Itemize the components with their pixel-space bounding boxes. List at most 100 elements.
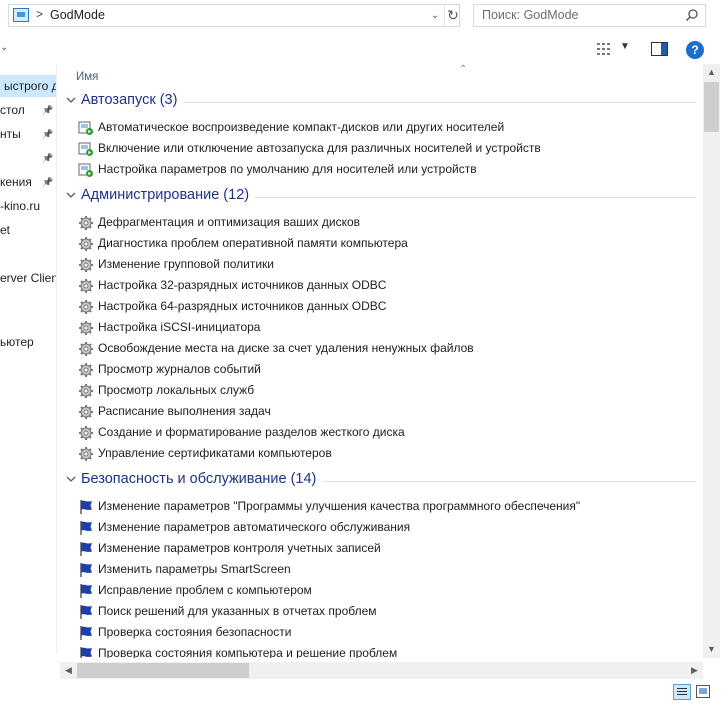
large-icons-view-icon[interactable] xyxy=(696,685,710,698)
breadcrumb-separator[interactable]: > xyxy=(36,7,43,21)
nav-item[interactable] xyxy=(0,243,56,265)
list-item[interactable]: Расписание выполнения задач xyxy=(76,402,696,423)
nav-item[interactable]: erver Clien xyxy=(0,267,56,289)
chevron-down-icon[interactable] xyxy=(65,189,77,201)
list-item[interactable]: Освобождение места на диске за счет удал… xyxy=(76,339,696,360)
list-item[interactable]: Настройка iSCSI-инициатора xyxy=(76,318,696,339)
search-input[interactable]: Поиск: GodMode xyxy=(482,8,578,22)
nav-item-label: ьютер xyxy=(0,335,34,349)
nav-item[interactable]: нты 📌 xyxy=(0,123,56,145)
group-divider xyxy=(183,102,696,103)
list-item-label: Изменение параметров "Программы улучшени… xyxy=(98,499,581,513)
security-flag-icon xyxy=(78,604,94,620)
collapse-ribbon-icon[interactable]: ⌄ xyxy=(0,42,8,53)
list-item[interactable]: Проверка состояния компьютера и решение … xyxy=(76,644,696,658)
admin-tools-icon xyxy=(78,299,94,315)
admin-tools-icon xyxy=(78,320,94,336)
column-header-name[interactable]: Имя xyxy=(76,71,98,83)
list-item[interactable]: Диагностика проблем оперативной памяти к… xyxy=(76,234,696,255)
chevron-down-icon[interactable] xyxy=(65,94,77,106)
list-item[interactable]: Изменить параметры SmartScreen xyxy=(76,560,696,581)
group-divider xyxy=(322,481,696,482)
group-divider xyxy=(255,197,696,198)
list-item-label: Просмотр локальных служб xyxy=(98,383,255,397)
list-item[interactable]: Автоматическое воспроизведение компакт-д… xyxy=(76,118,696,139)
list-item-label: Изменение параметров автоматического обс… xyxy=(98,520,411,534)
list-item[interactable]: Настройка 64-разрядных источников данных… xyxy=(76,297,696,318)
scroll-up-icon[interactable]: ▲ xyxy=(703,64,720,81)
details-view-icon[interactable] xyxy=(673,684,691,700)
scroll-right-icon[interactable]: ▶ xyxy=(686,662,703,679)
list-item[interactable]: Настройка 32-разрядных источников данных… xyxy=(76,276,696,297)
list-item[interactable]: Дефрагментация и оптимизация ваших диско… xyxy=(76,213,696,234)
list-item-label: Поиск решений для указанных в отчетах пр… xyxy=(98,604,377,618)
group-header[interactable]: Администрирование (12) xyxy=(62,187,696,207)
nav-item-label: erver Clien xyxy=(0,271,56,285)
list-item[interactable]: Создание и форматирование разделов жестк… xyxy=(76,423,696,444)
list-item[interactable]: Изменение групповой политики xyxy=(76,255,696,276)
nav-item[interactable]: ыстрого до xyxy=(0,75,56,97)
list-item[interactable]: Просмотр локальных служб xyxy=(76,381,696,402)
nav-item-label: нты xyxy=(0,127,21,141)
scroll-down-icon[interactable]: ▼ xyxy=(703,641,720,658)
list-item[interactable]: Изменение параметров "Программы улучшени… xyxy=(76,497,696,518)
group-header[interactable]: Безопасность и обслуживание (14) xyxy=(62,471,696,491)
group-header[interactable]: Автозапуск (3) xyxy=(62,92,696,112)
horizontal-scroll-thumb[interactable] xyxy=(77,663,249,678)
list-item-label: Изменение параметров контроля учетных за… xyxy=(98,541,381,555)
admin-tools-icon xyxy=(78,425,94,441)
address-dropdown-icon[interactable]: ⌄ xyxy=(426,7,444,24)
nav-item[interactable]: ьютер xyxy=(0,331,56,353)
pin-icon[interactable]: 📌 xyxy=(42,99,53,121)
list-item-label: Настройка параметров по умолчанию для но… xyxy=(98,162,477,176)
security-flag-icon xyxy=(78,541,94,557)
list-item[interactable]: Настройка параметров по умолчанию для но… xyxy=(76,160,696,181)
security-flag-icon xyxy=(78,646,94,658)
list-item-label: Настройка iSCSI-инициатора xyxy=(98,320,261,334)
nav-item[interactable]: -kino.ru xyxy=(0,195,56,217)
list-item[interactable]: Исправление проблем с компьютером xyxy=(76,581,696,602)
vertical-scrollbar[interactable]: ▲ ▼ xyxy=(703,64,720,658)
list-item-label: Дефрагментация и оптимизация ваших диско… xyxy=(98,215,361,229)
address-row: > GodMode ⌄ ↻ Поиск: GodMode xyxy=(0,0,722,32)
help-icon[interactable]: ? xyxy=(686,41,704,59)
pin-icon[interactable]: 📌 xyxy=(42,171,53,193)
list-item[interactable]: Управление сертификатами компьютеров xyxy=(76,444,696,465)
list-item[interactable]: Изменение параметров контроля учетных за… xyxy=(76,539,696,560)
change-view-icon[interactable] xyxy=(597,42,613,56)
address-bar[interactable]: > GodMode ⌄ ↻ xyxy=(8,4,460,27)
nav-item[interactable]: стол 📌 xyxy=(0,99,56,121)
view-dropdown-icon[interactable]: ▼ xyxy=(620,41,630,52)
list-item-label: Просмотр журналов событий xyxy=(98,362,261,376)
search-box[interactable]: Поиск: GodMode xyxy=(473,4,706,27)
security-flag-icon xyxy=(78,625,94,641)
autoplay-icon xyxy=(78,162,94,178)
list-item[interactable]: Просмотр журналов событий xyxy=(76,360,696,381)
pin-icon[interactable]: 📌 xyxy=(42,123,53,145)
pane-divider[interactable] xyxy=(56,64,57,654)
list-item-label: Изменение групповой политики xyxy=(98,257,274,271)
nav-item[interactable]: 📌 xyxy=(0,147,56,169)
scroll-left-icon[interactable]: ◀ xyxy=(60,662,77,679)
nav-item-label: -kino.ru xyxy=(0,199,41,213)
list-item[interactable]: Поиск решений для указанных в отчетах пр… xyxy=(76,602,696,623)
preview-pane-icon[interactable] xyxy=(651,42,668,56)
autoplay-icon xyxy=(78,141,94,157)
sort-ascending-icon: ⌃ xyxy=(459,64,468,75)
vertical-scroll-thumb[interactable] xyxy=(704,82,719,132)
list-item[interactable]: Проверка состояния безопасности xyxy=(76,623,696,644)
group-title: Автозапуск (3) xyxy=(81,92,178,108)
search-icon[interactable] xyxy=(685,8,699,22)
horizontal-scrollbar[interactable]: ◀ ▶ xyxy=(60,662,703,679)
chevron-down-icon[interactable] xyxy=(65,473,77,485)
nav-item[interactable]: кения 📌 xyxy=(0,171,56,193)
refresh-icon[interactable]: ↻ xyxy=(444,5,461,26)
list-item-label: Настройка 32-разрядных источников данных… xyxy=(98,278,387,292)
list-item[interactable]: Включение или отключение автозапуска для… xyxy=(76,139,696,160)
breadcrumb-godmode[interactable]: GodMode xyxy=(50,8,105,22)
control-panel-icon xyxy=(13,8,29,22)
list-item[interactable]: Изменение параметров автоматического обс… xyxy=(76,518,696,539)
nav-item[interactable] xyxy=(0,291,56,313)
nav-item[interactable]: et xyxy=(0,219,56,241)
pin-icon[interactable]: 📌 xyxy=(42,147,53,169)
